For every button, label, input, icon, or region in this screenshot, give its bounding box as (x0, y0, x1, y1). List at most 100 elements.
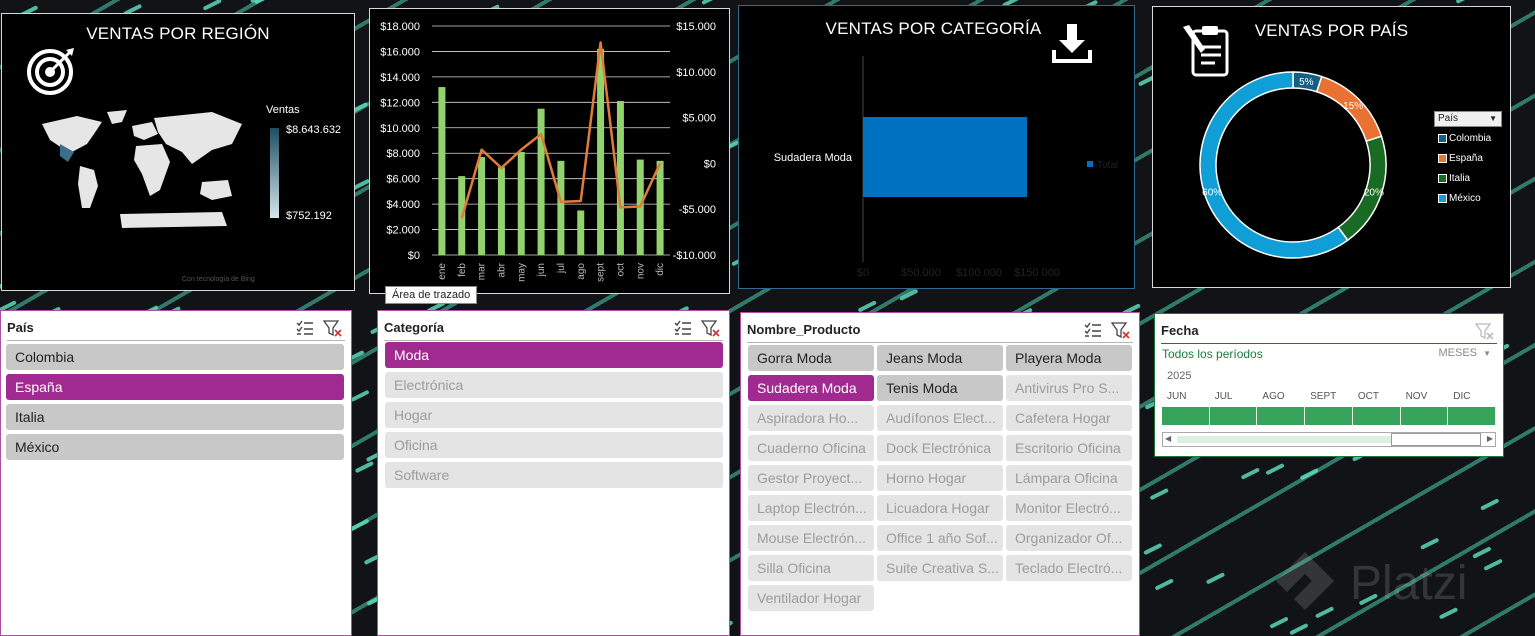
slicer-item[interactable]: Electrónica (385, 372, 723, 398)
timeline-month-segment[interactable] (1209, 407, 1257, 425)
slicer-item[interactable]: Office 1 año Sof... (877, 525, 1003, 551)
slicer-item[interactable]: México (6, 434, 344, 460)
slicer-country: País Colombia España Italia México (0, 310, 352, 636)
y-tick-left: $2.000 (386, 225, 420, 237)
slicer-item[interactable]: Laptop Electrón... (748, 495, 874, 521)
slicer-item[interactable]: Tenis Moda (877, 375, 1003, 401)
slicer-item[interactable]: Monitor Electró... (1006, 495, 1132, 521)
clear-filter-icon[interactable] (323, 319, 343, 337)
scroll-right-icon[interactable]: ▶ (1487, 434, 1493, 443)
multi-select-icon[interactable] (1083, 321, 1103, 339)
slicer-item[interactable]: Gestor Proyect... (748, 465, 874, 491)
clear-filter-icon[interactable] (1111, 321, 1131, 339)
timeline-month-segment[interactable] (1162, 407, 1209, 425)
clear-filter-icon[interactable] (701, 319, 721, 337)
y-tick-left: $12.000 (380, 97, 420, 109)
slice-label: 60% (1202, 187, 1222, 198)
timeline-month-segment[interactable] (1305, 407, 1352, 425)
background-dash (1456, 0, 1466, 4)
slicer-item[interactable]: Silla Oficina (748, 555, 874, 581)
slicer-item[interactable]: Gorra Moda (748, 345, 874, 371)
timeline-month-segment[interactable] (1400, 407, 1448, 425)
legend-filter-button[interactable]: País ▼ (1434, 111, 1502, 127)
background-dash (1241, 468, 1260, 480)
clear-filter-icon[interactable] (1475, 322, 1495, 340)
slicer-product: Nombre_Producto Gorra Moda Jeans Moda Play… (740, 312, 1140, 636)
slicer-title: Categoría (384, 320, 444, 335)
x-tick-label: abr (496, 262, 507, 277)
bar (656, 160, 664, 255)
background-dash (355, 461, 374, 473)
map-legend-min: $752.192 (286, 210, 332, 222)
y-tick-left: $14.000 (380, 72, 420, 84)
slicer-item[interactable]: Escritorio Oficina (1006, 435, 1132, 461)
slicer-item[interactable]: Cuaderno Oficina (748, 435, 874, 461)
slicer-item[interactable]: Oficina (385, 432, 723, 458)
slicer-item[interactable]: Organizador Of... (1006, 525, 1132, 551)
slicer-item[interactable]: Dock Electrónica (877, 435, 1003, 461)
doughnut-slice (1199, 71, 1349, 259)
timeline-unit-dropdown[interactable]: MESES ▼ (1439, 347, 1492, 359)
slicer-item[interactable]: Suite Creativa S... (877, 555, 1003, 581)
multi-select-icon[interactable] (295, 319, 315, 337)
slicer-item[interactable]: Jeans Moda (877, 345, 1003, 371)
background-dash (1206, 572, 1225, 584)
y-tick-right: $0 (704, 158, 716, 170)
scroll-track-fill (1177, 436, 1391, 443)
slicer-item[interactable]: Audífonos Elect... (877, 405, 1003, 431)
x-tick-label: feb (457, 263, 468, 277)
chart-tooltip: Área de trazado (385, 286, 478, 304)
timeline-month-segment[interactable] (1448, 407, 1495, 425)
legend-label: Colombia (1449, 133, 1492, 144)
x-tick-label: oct (615, 263, 626, 277)
bar (497, 167, 505, 255)
background-dash (351, 179, 370, 191)
scroll-thumb[interactable] (1391, 433, 1481, 446)
slicer-item[interactable]: Hogar (385, 402, 723, 428)
y-tick-left: $0 (408, 250, 420, 262)
background-dash (0, 300, 17, 312)
monthly-sales-chart-panel[interactable]: $0 $2.000 $4.000 $6.000 $8.000 $10.000 $12.000… (369, 8, 730, 294)
timeline-selection-bar[interactable] (1162, 407, 1496, 425)
slicer-item[interactable]: Italia (6, 404, 344, 430)
timeline-month-segment[interactable] (1352, 407, 1400, 425)
map-legend-gradient (270, 128, 279, 218)
region-map-panel[interactable]: VENTAS POR REGIÓN Ventas $8.643.632 $752… (1, 13, 355, 291)
slicer-item[interactable]: Software (385, 462, 723, 488)
category-chart-panel[interactable]: VENTAS POR CATEGORÍA Sudadera Moda $0 $50.… (738, 5, 1135, 289)
slicer-item[interactable]: Sudadera Moda (748, 375, 874, 401)
watermark-text: Platzi (1350, 557, 1468, 610)
slicer-item[interactable]: Moda (385, 342, 723, 368)
x-tick-label: $150.000 (1014, 267, 1060, 279)
slicer-item[interactable]: Antivirus Pro S... (1006, 375, 1132, 401)
slicer-item[interactable]: Aspiradora Ho... (748, 405, 874, 431)
slicer-item[interactable]: Playera Moda (1006, 345, 1132, 371)
legend-label: España (1449, 153, 1483, 164)
legend-label: Total (1097, 160, 1118, 171)
x-tick-label: jun (536, 263, 547, 277)
timeline-scrollbar[interactable]: ◀ ▶ (1162, 432, 1496, 447)
dropdown-arrow-icon: ▼ (1483, 349, 1491, 358)
y-tick-left: $16.000 (380, 46, 420, 58)
legend-swatch (1438, 134, 1447, 143)
scroll-left-icon[interactable]: ◀ (1165, 434, 1171, 443)
slicer-item[interactable]: España (6, 374, 344, 400)
slicer-item[interactable]: Cafetera Hogar (1006, 405, 1132, 431)
background-dash (254, 0, 265, 4)
slicer-item[interactable]: Horno Hogar (877, 465, 1003, 491)
slicer-item[interactable]: Mouse Electrón... (748, 525, 874, 551)
background-dash (203, 0, 222, 11)
slicer-item[interactable]: Teclado Electró... (1006, 555, 1132, 581)
background-dash (899, 289, 918, 301)
x-tick-label: $100.000 (956, 267, 1002, 279)
slicer-item[interactable]: Licuadora Hogar (877, 495, 1003, 521)
timeline-year: 2025 (1167, 370, 1192, 382)
slicer-item[interactable]: Lámpara Oficina (1006, 465, 1132, 491)
slicer-item[interactable]: Colombia (6, 344, 344, 370)
slicer-item[interactable]: Ventilador Hogar (748, 585, 874, 611)
multi-select-icon[interactable] (673, 319, 693, 337)
timeline-unit-label: MESES (1438, 347, 1478, 359)
timeline-month-segment[interactable] (1257, 407, 1305, 425)
country-chart-panel[interactable]: VENTAS POR PAÍS 5% 15% 20% 60% País ▼ Colom… (1152, 6, 1511, 288)
slicer-title: Nombre_Producto (747, 322, 861, 337)
